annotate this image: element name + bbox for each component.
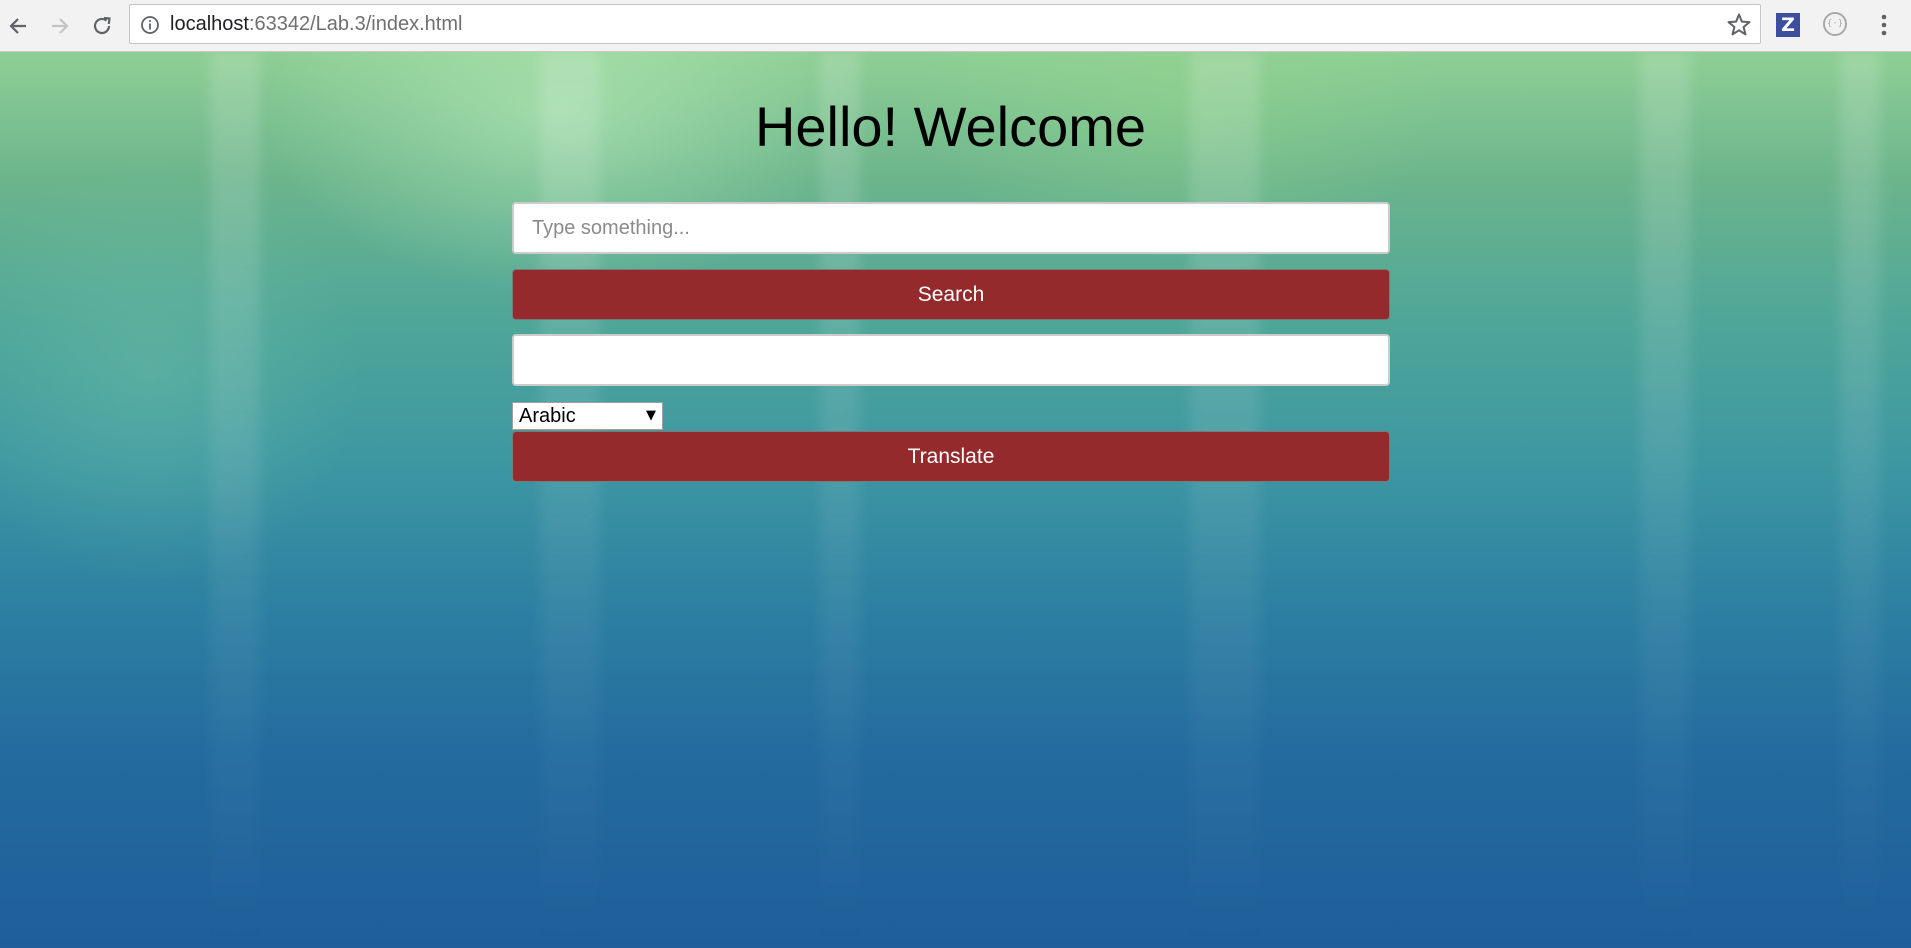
forward-arrow-icon	[52, 18, 69, 34]
background-streak	[210, 52, 260, 948]
translation-result-field[interactable]	[512, 334, 1390, 386]
url-text[interactable]: localhost:63342/Lab.3/index.html	[170, 5, 462, 43]
reload-icon	[93, 16, 111, 35]
search-input[interactable]	[512, 202, 1390, 254]
back-button[interactable]	[2, 10, 34, 42]
translate-button[interactable]: Translate	[512, 431, 1390, 482]
page-title: Hello! Welcome	[754, 95, 1147, 158]
background-streak	[1640, 52, 1690, 948]
background-streak	[1190, 52, 1260, 948]
extension-z-icon[interactable]: Z	[1776, 13, 1800, 37]
page-body: Hello! Welcome Search Arabic ▼ Translate	[0, 52, 1911, 948]
star-icon[interactable]	[1726, 12, 1752, 38]
url-host: localhost	[170, 13, 249, 35]
background-streak	[540, 52, 600, 948]
url-path: :63342/Lab.3/index.html	[248, 13, 463, 35]
kebab-menu-icon[interactable]	[1872, 11, 1896, 39]
language-select-value: Arabic	[519, 405, 576, 427]
reload-button[interactable]	[86, 10, 118, 42]
browser-toolbar: localhost:63342/Lab.3/index.html Z {·}	[0, 0, 1911, 52]
search-button[interactable]: Search	[512, 269, 1390, 320]
background-streak	[1840, 52, 1880, 948]
info-icon[interactable]	[140, 15, 160, 35]
language-select[interactable]: Arabic ▼	[512, 402, 663, 430]
back-arrow-icon	[9, 18, 26, 34]
extension-circle-icon[interactable]: {·}	[1823, 12, 1847, 36]
background-streak	[820, 52, 860, 948]
forward-button[interactable]	[44, 10, 76, 42]
address-bar[interactable]: localhost:63342/Lab.3/index.html	[129, 4, 1761, 44]
chevron-down-icon: ▼	[646, 408, 656, 423]
